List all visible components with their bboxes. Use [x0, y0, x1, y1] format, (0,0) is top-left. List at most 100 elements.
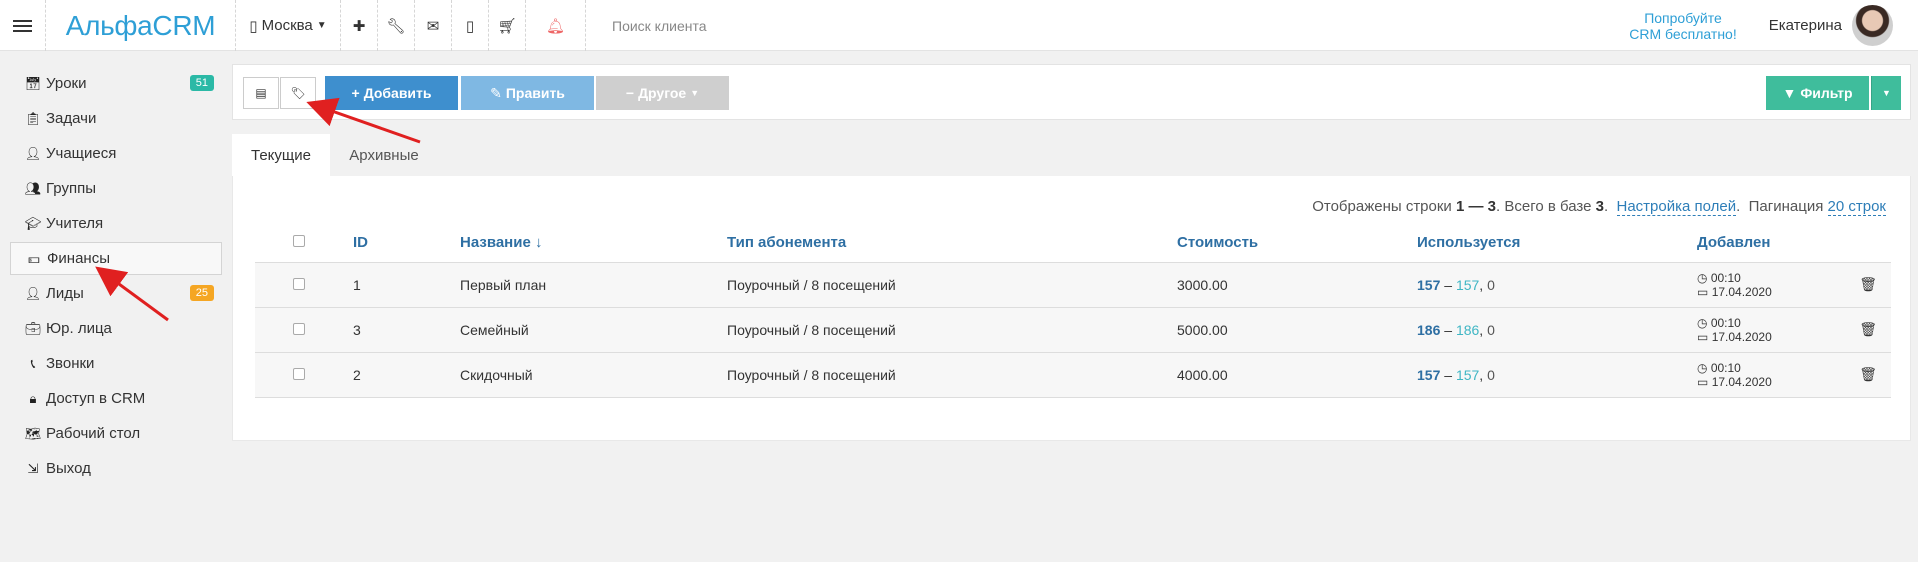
envelope-icon[interactable]: ✉ — [415, 0, 452, 51]
cell-used: 157 – 157, 0 — [1417, 262, 1697, 308]
used-zero: 0 — [1487, 321, 1495, 338]
cell-type: Поурочный / 8 посещений — [727, 307, 1177, 353]
leads-count-badge: 25 — [189, 285, 214, 301]
minus-icon: − — [625, 85, 635, 101]
lock-icon: 🔒︎ — [29, 390, 37, 406]
client-search-input[interactable]: Поиск клиента — [612, 0, 772, 51]
row-checkbox[interactable] — [293, 322, 305, 335]
trash-icon[interactable]: 🗑︎ — [1827, 352, 1891, 398]
sidebar-item-legal-entities[interactable]: 💼︎ Юр. лица — [10, 311, 222, 346]
used-zero: 0 — [1487, 366, 1495, 383]
phone-icon: ▯ — [249, 17, 258, 35]
sidebar-item-label: Доступ в CRM — [46, 390, 146, 407]
card-view-icon[interactable]: ▤ — [243, 77, 279, 109]
sidebar-item-lessons[interactable]: 📅︎ Уроки 51 — [10, 66, 222, 101]
table-row[interactable]: 3 Семейный Поурочный / 8 посещений 5000.… — [255, 307, 1891, 353]
bell-icon[interactable]: 🔔︎ — [526, 0, 586, 51]
sidebar-item-finance[interactable]: 💵︎ Финансы — [10, 242, 222, 275]
try-free-link[interactable]: Попробуйте CRM бесплатно! — [1618, 0, 1748, 51]
plus-icon: + — [351, 85, 360, 101]
pencil-icon: ✎ — [490, 84, 502, 101]
rows-total-text: . Всего в базе — [1496, 198, 1592, 215]
tab-current[interactable]: Текущие — [232, 134, 330, 176]
city-selector[interactable]: ▯ Москва ▼ — [236, 0, 341, 51]
clock-icon: ◷ — [1697, 270, 1708, 285]
sidebar-item-teachers[interactable]: 🎓︎ Учителя — [10, 206, 222, 241]
table-row[interactable]: 1 Первый план Поурочный / 8 посещений 30… — [255, 262, 1891, 308]
wrench-icon[interactable]: 🔧︎ — [378, 0, 415, 51]
sidebar-item-label: Выход — [46, 460, 91, 477]
toolbar: ▤ 🏷︎ + Добавить ✎ Править − Другое ▼ ▼ Ф… — [232, 64, 1911, 120]
edit-button[interactable]: ✎ Править — [461, 76, 594, 110]
field-settings-link[interactable]: Настройка полей — [1616, 198, 1737, 216]
sidebar-item-label: Звонки — [46, 355, 95, 372]
filter-icon: ▼ — [1782, 85, 1797, 101]
column-header-added[interactable]: Добавлен — [1697, 224, 1827, 263]
pagination-link[interactable]: 20 строк — [1827, 198, 1886, 216]
money-icon: 💵︎ — [28, 250, 40, 266]
column-header-cost[interactable]: Стоимость — [1177, 224, 1417, 263]
cell-added: ◷ 00:10 ▭ 17.04.2020 — [1697, 352, 1827, 398]
added-date: 17.04.2020 — [1711, 374, 1772, 389]
cell-id: 1 — [353, 262, 460, 308]
table-row[interactable]: 2 Скидочный Поурочный / 8 посещений 4000… — [255, 352, 1891, 398]
sidebar-item-label: Уроки — [46, 75, 87, 92]
cell-cost: 3000.00 — [1177, 262, 1417, 308]
column-header-used[interactable]: Используется — [1417, 224, 1697, 263]
sidebar-item-crm-access[interactable]: 🔒︎ Доступ в CRM — [10, 381, 222, 416]
sidebar-item-label: Учащиеся — [46, 145, 117, 162]
filter-button[interactable]: ▼ Фильтр — [1766, 76, 1869, 110]
used-total: 186 — [1417, 321, 1441, 338]
column-header-id[interactable]: ID — [353, 224, 460, 263]
add-button[interactable]: + Добавить — [325, 76, 458, 110]
used-zero: 0 — [1487, 276, 1495, 293]
cell-name: Скидочный — [460, 352, 727, 398]
graduation-cap-icon: 🎓︎ — [24, 215, 42, 231]
tag-view-icon[interactable]: 🏷︎ — [280, 77, 316, 109]
table-header-row: ID Название ↓ Тип абонемента Стоимость И… — [255, 224, 1891, 263]
avatar[interactable] — [1852, 5, 1893, 46]
column-header-type[interactable]: Тип абонемента — [727, 224, 1177, 263]
plus-icon[interactable]: ✚ — [341, 0, 378, 51]
sidebar-item-desktop[interactable]: 🗺︎ Рабочий стол — [10, 416, 222, 451]
cart-icon[interactable]: 🛒︎ — [489, 0, 526, 51]
column-header-name[interactable]: Название ↓ — [460, 224, 727, 263]
pagination-label: Пагинация — [1748, 198, 1824, 215]
sidebar-item-label: Юр. лица — [46, 320, 112, 337]
mobile-icon[interactable]: ▯ — [452, 0, 489, 51]
user-name[interactable]: Екатерина — [1758, 0, 1842, 51]
menu-icon[interactable] — [0, 0, 46, 51]
rows-info: Отображены строки 1 — 3. Всего в базе 3.… — [1312, 198, 1886, 216]
sidebar-item-calls[interactable]: 📞︎ Звонки — [10, 346, 222, 381]
cell-type: Поурочный / 8 посещений — [727, 262, 1177, 308]
app-logo[interactable]: АльфаCRM — [46, 0, 236, 51]
lessons-count-badge: 51 — [189, 75, 214, 91]
sidebar-item-tasks[interactable]: 📋︎ Задачи — [10, 101, 222, 136]
row-checkbox[interactable] — [293, 277, 305, 290]
trash-icon[interactable]: 🗑︎ — [1827, 307, 1891, 353]
filter-dropdown-button[interactable]: ▼ — [1871, 76, 1901, 110]
cell-cost: 4000.00 — [1177, 352, 1417, 398]
sidebar-item-leads[interactable]: 👤︎ Лиды 25 — [10, 276, 222, 311]
sidebar-item-label: Учителя — [46, 215, 104, 232]
tab-archived[interactable]: Архивные — [332, 134, 436, 176]
sidebar-item-students[interactable]: 👤︎ Учащиеся — [10, 136, 222, 171]
sidebar-item-groups[interactable]: 👥︎ Группы — [10, 171, 222, 206]
used-active: 157 — [1455, 366, 1480, 383]
other-button[interactable]: − Другое ▼ — [596, 76, 729, 110]
added-date: 17.04.2020 — [1711, 284, 1772, 299]
top-bar: АльфаCRM ▯ Москва ▼ ✚ 🔧︎ ✉ ▯ 🛒︎ 🔔︎ Поиск… — [0, 0, 1918, 51]
trash-icon[interactable]: 🗑︎ — [1827, 262, 1891, 308]
edit-button-label: Править — [505, 85, 565, 101]
chevron-down-icon: ▼ — [1882, 88, 1891, 98]
select-all-checkbox[interactable] — [293, 235, 305, 248]
calendar-icon: ▭ — [1697, 329, 1709, 344]
sidebar-item-label: Рабочий стол — [46, 425, 141, 442]
other-button-label: Другое — [638, 85, 687, 101]
select-all-cell — [255, 224, 353, 263]
row-checkbox[interactable] — [293, 367, 305, 380]
added-time: 00:10 — [1710, 360, 1741, 375]
sidebar-item-logout[interactable]: ⇲ Выход — [10, 451, 222, 486]
actions-header — [1827, 224, 1891, 263]
row-select-cell — [255, 352, 353, 398]
